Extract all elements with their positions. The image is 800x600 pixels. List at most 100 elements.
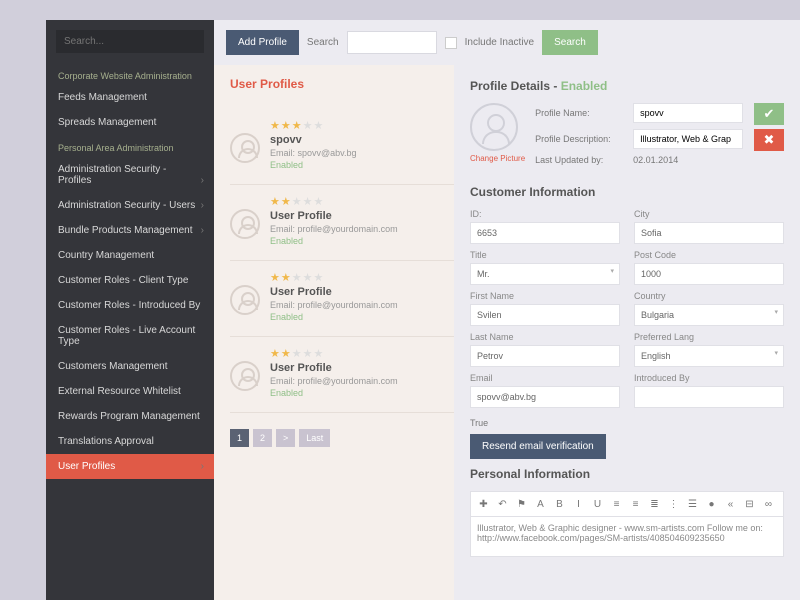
profile-status: Enabled — [270, 312, 454, 322]
detail-header: Change Picture Profile Name: Profile Des… — [470, 103, 784, 171]
field-input[interactable] — [470, 304, 620, 326]
profile-name: spovv — [270, 134, 454, 146]
rating-stars: ★★★★★ — [270, 119, 454, 132]
true-label: True — [470, 418, 784, 428]
sidebar-item[interactable]: Translations Approval — [46, 429, 214, 454]
add-profile-button[interactable]: Add Profile — [226, 30, 299, 55]
sidebar-item[interactable]: Administration Security - Users — [46, 193, 214, 218]
pager-button[interactable]: > — [276, 429, 295, 447]
avatar-icon — [230, 285, 260, 315]
customer-fields: ID:CityTitlePost CodeFirst NameCountryLa… — [470, 209, 784, 408]
field-input[interactable] — [470, 263, 620, 285]
sidebar-top — [46, 20, 214, 63]
toolbar-button[interactable]: ● — [703, 496, 720, 512]
sidebar-search-input[interactable] — [56, 30, 204, 53]
editor-toolbar: ✚↶⚑ABIU≡≡≣⋮☰●«⊟∞ — [470, 491, 784, 517]
field-input[interactable] — [470, 345, 620, 367]
profile-email: Email: profile@yourdomain.com — [270, 300, 454, 310]
field-input[interactable] — [634, 222, 784, 244]
rating-stars: ★★★★★ — [270, 271, 454, 284]
profile-status: Enabled — [270, 388, 454, 398]
sidebar-item[interactable]: Customer Roles - Live Account Type — [46, 318, 214, 354]
rating-stars: ★★★★★ — [270, 347, 454, 360]
toolbar-button[interactable]: ⊟ — [741, 496, 758, 512]
sidebar-item[interactable]: Spreads Management — [46, 110, 214, 135]
profile-list: User Profiles ★★★★★spovvEmail: spovv@abv… — [214, 65, 454, 600]
profile-desc-input[interactable] — [633, 129, 743, 149]
profile-detail: Profile Details - Enabled Change Picture… — [454, 65, 800, 600]
profile-name: User Profile — [270, 286, 454, 298]
sidebar-item[interactable]: Rewards Program Management — [46, 404, 214, 429]
profile-card[interactable]: ★★★★★User ProfileEmail: profile@yourdoma… — [230, 185, 454, 261]
field-input[interactable] — [634, 345, 784, 367]
app-frame: Corporate Website Administration Feeds M… — [46, 20, 800, 600]
search-label: Search — [307, 37, 339, 48]
profile-status: Enabled — [270, 160, 454, 170]
cancel-button[interactable]: ✖ — [754, 129, 784, 151]
toolbar-button[interactable]: ✚ — [475, 496, 492, 512]
profile-name-input[interactable] — [633, 103, 743, 123]
toolbar-button[interactable]: ≡ — [627, 496, 644, 512]
field-label: Introduced By — [634, 373, 784, 383]
search-input[interactable] — [347, 31, 437, 54]
field-label: ID: — [470, 209, 620, 219]
pager-button[interactable]: 1 — [230, 429, 249, 447]
profile-card[interactable]: ★★★★★ User Profile Email: profile@yourdoma… — [230, 337, 454, 413]
toolbar-button[interactable]: ☰ — [684, 496, 701, 512]
include-inactive-checkbox[interactable] — [445, 37, 457, 49]
sidebar-item[interactable]: Feeds Management — [46, 85, 214, 110]
confirm-button[interactable]: ✔ — [754, 103, 784, 125]
include-inactive-label: Include Inactive — [465, 37, 535, 48]
editor-textarea[interactable] — [470, 517, 784, 557]
sidebar-item[interactable]: Customer Roles - Client Type — [46, 268, 214, 293]
field-input[interactable] — [470, 222, 620, 244]
field-input[interactable] — [470, 386, 620, 408]
field-label: First Name — [470, 291, 620, 301]
sidebar: Corporate Website Administration Feeds M… — [46, 20, 214, 600]
personal-info-heading: Personal Information — [470, 467, 784, 481]
profile-name: User Profile — [270, 362, 454, 374]
main: Add Profile Search Include Inactive Sear… — [214, 20, 800, 600]
resend-verification-button[interactable]: Resend email verification — [470, 434, 606, 459]
pager: 12>Last — [230, 429, 454, 447]
avatar-icon — [230, 361, 260, 391]
profile-email: Email: profile@yourdomain.com — [270, 376, 454, 386]
detail-title: Profile Details - Enabled — [470, 79, 784, 93]
toolbar-button[interactable]: ⋮ — [665, 496, 682, 512]
sidebar-item[interactable]: Customers Management — [46, 354, 214, 379]
sidebar-item[interactable]: External Resource Whitelist — [46, 379, 214, 404]
field-label: Email — [470, 373, 620, 383]
search-button[interactable]: Search — [542, 30, 598, 55]
change-picture-link[interactable]: Change Picture — [470, 154, 525, 163]
sidebar-item[interactable]: Administration Security - Profiles — [46, 157, 214, 193]
profile-card[interactable]: ★★★★★spovvEmail: spovv@abv.bgEnabled — [230, 109, 454, 185]
pager-button[interactable]: Last — [299, 429, 330, 447]
toolbar-button[interactable]: A — [532, 496, 549, 512]
field-label: Country — [634, 291, 784, 301]
sidebar-item[interactable]: Bundle Products Management — [46, 218, 214, 243]
field-label: Last Name — [470, 332, 620, 342]
sidebar-item[interactable]: Customer Roles - Introduced By — [46, 293, 214, 318]
field-input[interactable] — [634, 304, 784, 326]
toolbar-button[interactable]: ⚑ — [513, 496, 530, 512]
toolbar-button[interactable]: ∞ — [760, 496, 777, 512]
sidebar-item[interactable]: User Profiles — [46, 454, 214, 479]
topbar: Add Profile Search Include Inactive Sear… — [214, 20, 800, 65]
toolbar-button[interactable]: U — [589, 496, 606, 512]
field-label: City — [634, 209, 784, 219]
profile-name-label: Profile Name: — [535, 108, 627, 118]
profile-name: User Profile — [270, 210, 454, 222]
toolbar-button[interactable]: I — [570, 496, 587, 512]
content: User Profiles ★★★★★spovvEmail: spovv@abv… — [214, 65, 800, 600]
toolbar-button[interactable]: ≡ — [608, 496, 625, 512]
field-input[interactable] — [634, 263, 784, 285]
pager-button[interactable]: 2 — [253, 429, 272, 447]
list-title: User Profiles — [230, 77, 454, 91]
sidebar-item[interactable]: Country Management — [46, 243, 214, 268]
profile-card[interactable]: ★★★★★ User Profile Email: profile@yourdoma… — [230, 261, 454, 337]
toolbar-button[interactable]: ≣ — [646, 496, 663, 512]
toolbar-button[interactable]: ↶ — [494, 496, 511, 512]
toolbar-button[interactable]: B — [551, 496, 568, 512]
field-input[interactable] — [634, 386, 784, 408]
toolbar-button[interactable]: « — [722, 496, 739, 512]
